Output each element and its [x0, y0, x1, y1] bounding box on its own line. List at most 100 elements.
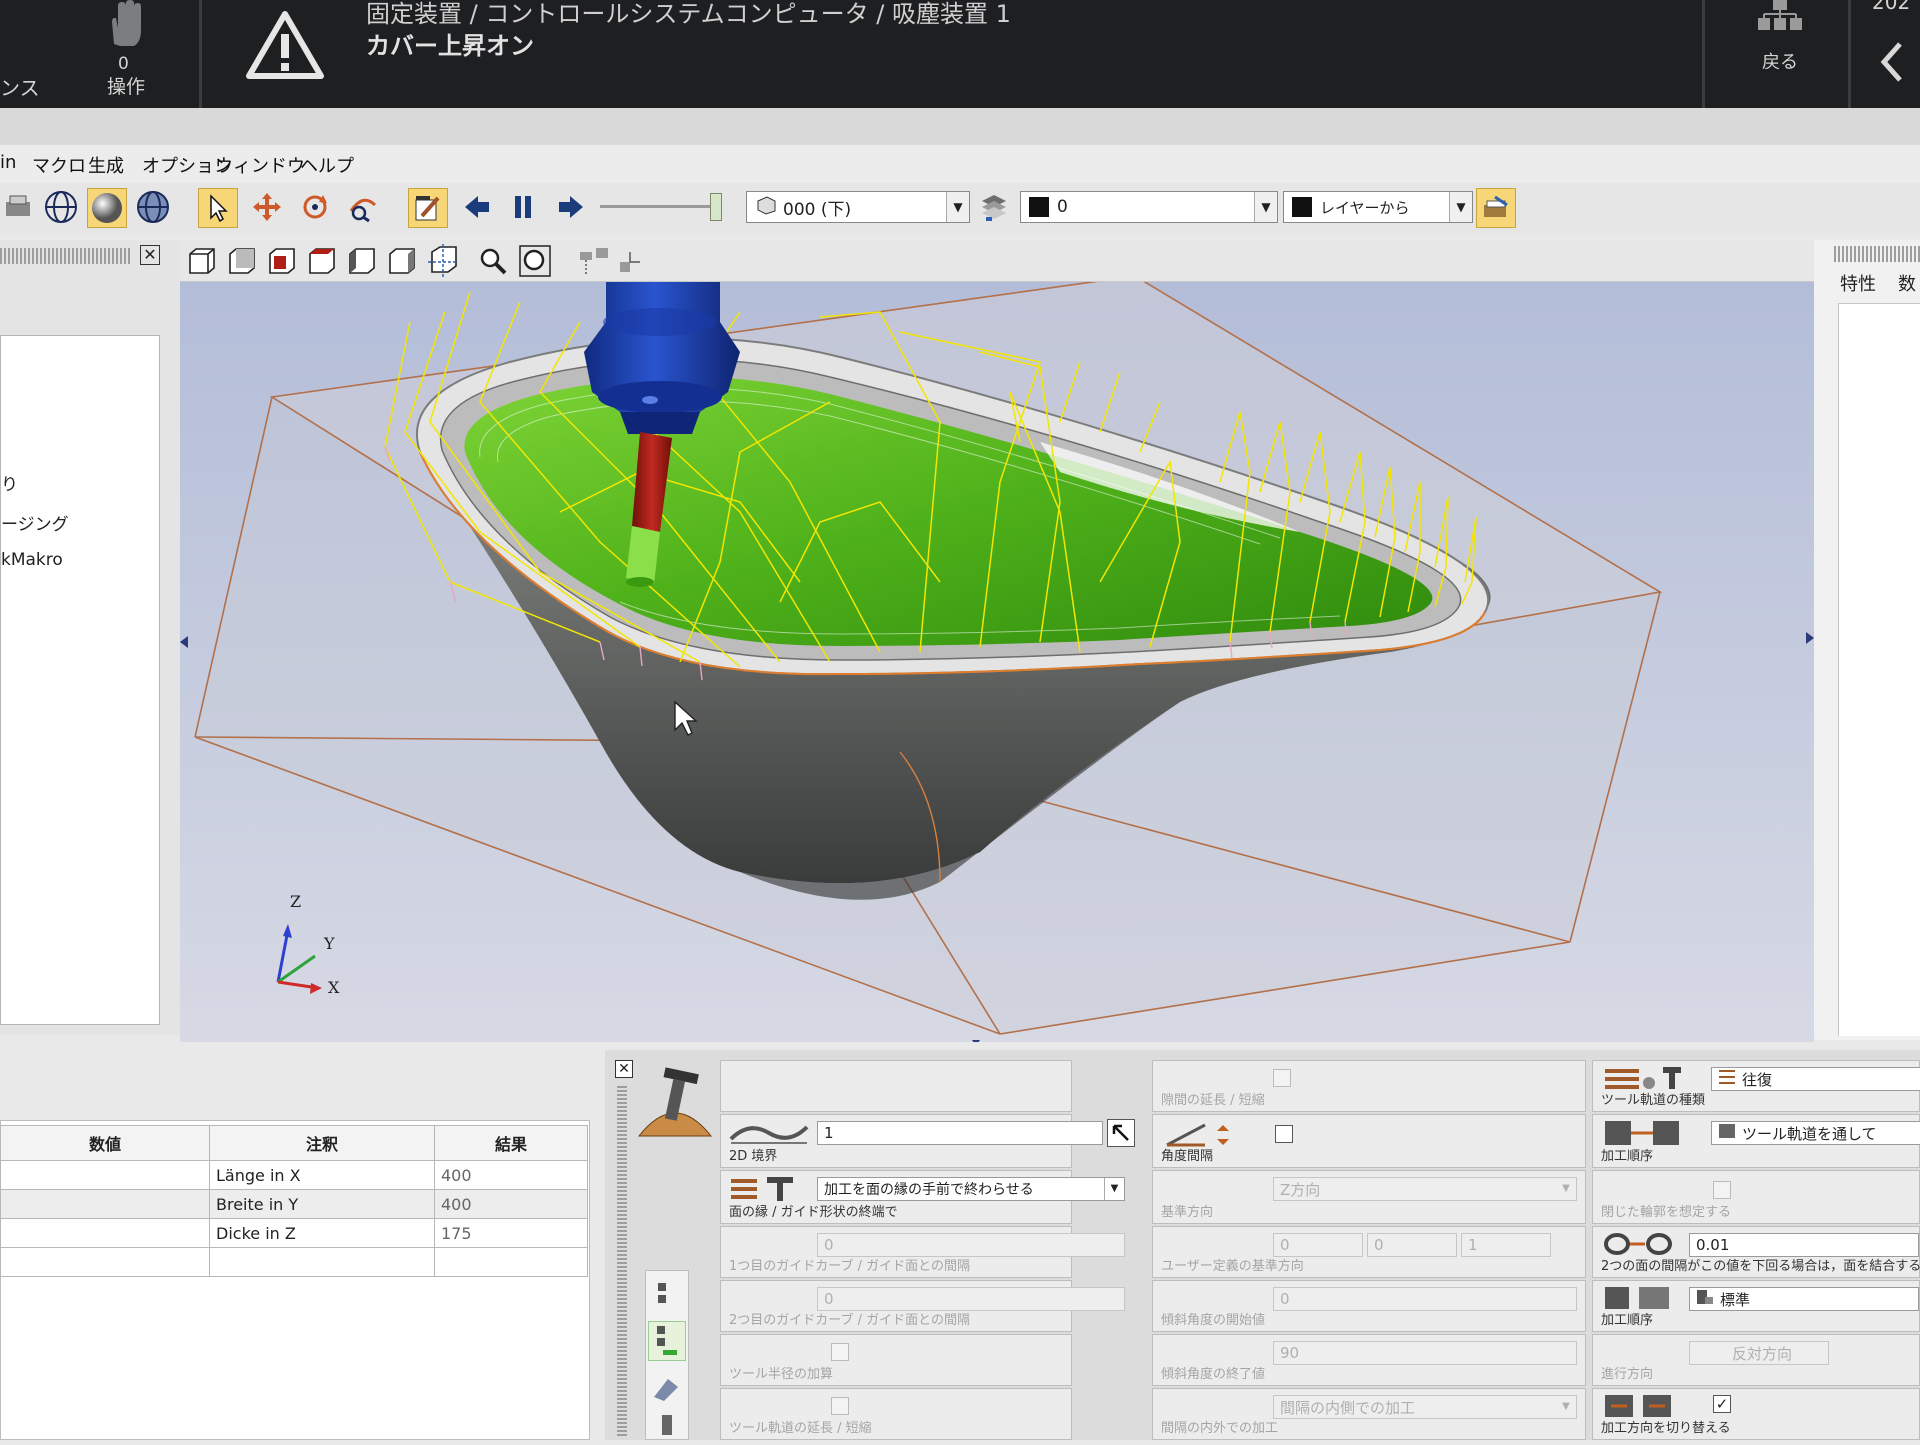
tool-radius-checkbox[interactable] — [831, 1343, 849, 1361]
direction-button[interactable]: 反対方向 — [1689, 1341, 1829, 1365]
switch-direction-checkbox[interactable]: ✓ — [1713, 1395, 1731, 1413]
chevron-left-icon[interactable] — [1876, 40, 1906, 84]
tab-strategy-icon[interactable] — [652, 1279, 682, 1311]
edge-select[interactable]: 加工を面の縁の手前で終わらせる ▼ — [817, 1177, 1125, 1201]
align-icon[interactable] — [578, 246, 612, 276]
rotate-icon[interactable] — [296, 188, 334, 226]
chevron-down-icon[interactable]: ▼ — [1556, 1178, 1576, 1200]
layer-manager-icon[interactable] — [1476, 188, 1516, 228]
simulation-viewport[interactable]: Z Y X — [180, 282, 1814, 1042]
tilt-start-input[interactable]: 0 — [1273, 1287, 1577, 1311]
chevron-down-icon[interactable]: ▼ — [1556, 1396, 1576, 1418]
tilt-end-input[interactable]: 90 — [1273, 1341, 1577, 1365]
column-header-value[interactable]: 数値 — [0, 1125, 210, 1161]
table-cell[interactable] — [0, 1189, 210, 1219]
table-cell[interactable] — [0, 1160, 210, 1190]
color-select[interactable]: 0 ▼ — [1020, 191, 1278, 223]
collapse-bottom-icon[interactable] — [972, 1040, 980, 1042]
closed-contour-checkbox[interactable] — [1713, 1181, 1731, 1199]
gap-extension-checkbox[interactable] — [1273, 1069, 1291, 1087]
step-forward-icon[interactable] — [552, 188, 590, 226]
tool-extension-checkbox[interactable] — [831, 1397, 849, 1415]
move-icon[interactable] — [248, 188, 286, 226]
view-bottom-icon[interactable] — [306, 246, 338, 276]
table-cell[interactable] — [0, 1247, 210, 1277]
view-top-icon[interactable] — [266, 246, 298, 276]
collapse-right-icon[interactable] — [1806, 632, 1814, 644]
chevron-down-icon[interactable]: ▼ — [1254, 192, 1277, 222]
order-select[interactable]: ツール軌道を通して — [1711, 1121, 1920, 1145]
user-direction-x[interactable]: 0 — [1273, 1233, 1363, 1257]
menu-item-plugin[interactable]: in — [0, 152, 16, 173]
select-cursor-icon[interactable] — [198, 188, 238, 228]
table-row[interactable]: Länge in X 400 — [0, 1160, 588, 1190]
tab-values[interactable]: 数 — [1898, 270, 1916, 296]
tab-tool-icon[interactable] — [650, 1371, 684, 1403]
close-icon[interactable]: ✕ — [615, 1060, 633, 1078]
merge-input[interactable]: 0.01 — [1689, 1233, 1919, 1257]
table-cell[interactable] — [0, 1218, 210, 1248]
table-row[interactable] — [0, 1247, 588, 1277]
angle-checkbox[interactable] — [1275, 1125, 1293, 1143]
order2-select[interactable]: 標準 — [1689, 1287, 1919, 1311]
mesh-globe-icon[interactable] — [134, 188, 172, 226]
zoom-fit-icon[interactable] — [518, 244, 552, 278]
panel-grip[interactable] — [1834, 246, 1920, 262]
shaded-sphere-icon[interactable] — [87, 188, 127, 228]
close-icon[interactable]: ✕ — [140, 245, 160, 265]
chevron-down-icon[interactable]: ▼ — [946, 192, 969, 222]
tab-link-icon[interactable] — [654, 1411, 682, 1441]
boundary-input[interactable]: 1 — [817, 1121, 1103, 1145]
user-direction-z[interactable]: 1 — [1461, 1233, 1551, 1257]
view-iso-icon[interactable] — [426, 244, 460, 278]
chevron-down-icon[interactable]: ▼ — [1104, 1178, 1124, 1200]
view-select[interactable]: 000 (下) ▼ — [746, 191, 970, 223]
layer-swatch — [1292, 197, 1312, 217]
column-header-result[interactable]: 結果 — [434, 1125, 588, 1161]
menu-item-window[interactable]: ウィンドウ — [215, 152, 305, 178]
inner-select[interactable]: 間隔の内側での加工 ▼ — [1273, 1395, 1577, 1419]
back-label[interactable]: 戻る — [1762, 48, 1798, 74]
guide2-input[interactable]: 0 — [817, 1287, 1125, 1311]
tree-item[interactable]: kMakro — [1, 550, 63, 570]
pause-icon[interactable] — [504, 188, 542, 226]
pick-boundary-icon[interactable] — [1107, 1119, 1135, 1147]
guide2-label: 2つ目のガイドカーブ / ガイド面との間隔 — [729, 1313, 971, 1328]
view-right-icon[interactable] — [386, 246, 418, 276]
tree-item[interactable]: り — [1, 470, 18, 495]
layer-select[interactable]: レイヤーから ▼ — [1283, 191, 1473, 223]
user-direction-y[interactable]: 0 — [1367, 1233, 1457, 1257]
tab-properties[interactable]: 特性 — [1840, 270, 1876, 296]
tree-item[interactable]: ージング — [1, 510, 69, 535]
hierarchy-icon[interactable] — [1755, 0, 1805, 36]
chevron-down-icon[interactable]: ▼ — [1449, 192, 1472, 222]
table-row[interactable]: Dicke in Z 175 — [0, 1218, 588, 1248]
view-back-icon[interactable] — [226, 246, 258, 276]
simulation-speed-slider[interactable] — [600, 205, 712, 208]
simulation-tool-icon[interactable] — [408, 188, 448, 228]
view-front-icon[interactable] — [186, 246, 218, 276]
menu-item-generate[interactable]: 生成 — [88, 152, 124, 178]
reference-select[interactable]: Z方向 ▼ — [1273, 1177, 1577, 1201]
panel-grip[interactable] — [0, 248, 132, 264]
collapse-left-icon[interactable] — [180, 636, 188, 648]
view-left-icon[interactable] — [346, 246, 378, 276]
wireframe-globe-icon[interactable] — [42, 188, 80, 226]
panel-grip[interactable] — [617, 1086, 627, 1436]
slider-handle[interactable] — [710, 193, 722, 221]
hand-icon[interactable] — [104, 0, 148, 50]
step-back-icon[interactable] — [458, 188, 496, 226]
table-row[interactable]: Breite in Y 400 — [0, 1189, 588, 1219]
angle-label: 角度間隔 — [1161, 1149, 1214, 1164]
menu-item-macro[interactable]: マクロ — [32, 152, 86, 178]
orbit-icon[interactable] — [344, 188, 382, 226]
menu-item-help[interactable]: ヘルプ — [300, 152, 354, 178]
print-icon[interactable] — [0, 188, 38, 226]
tab-parameters-icon[interactable] — [648, 1321, 686, 1361]
track-type-select[interactable]: 往復 — [1711, 1067, 1920, 1091]
zoom-icon[interactable] — [478, 246, 508, 276]
snap-icon[interactable] — [618, 250, 642, 276]
column-header-comment[interactable]: 注釈 — [209, 1125, 435, 1161]
layers-icon[interactable] — [975, 188, 1013, 226]
guide1-input[interactable]: 0 — [817, 1233, 1125, 1257]
